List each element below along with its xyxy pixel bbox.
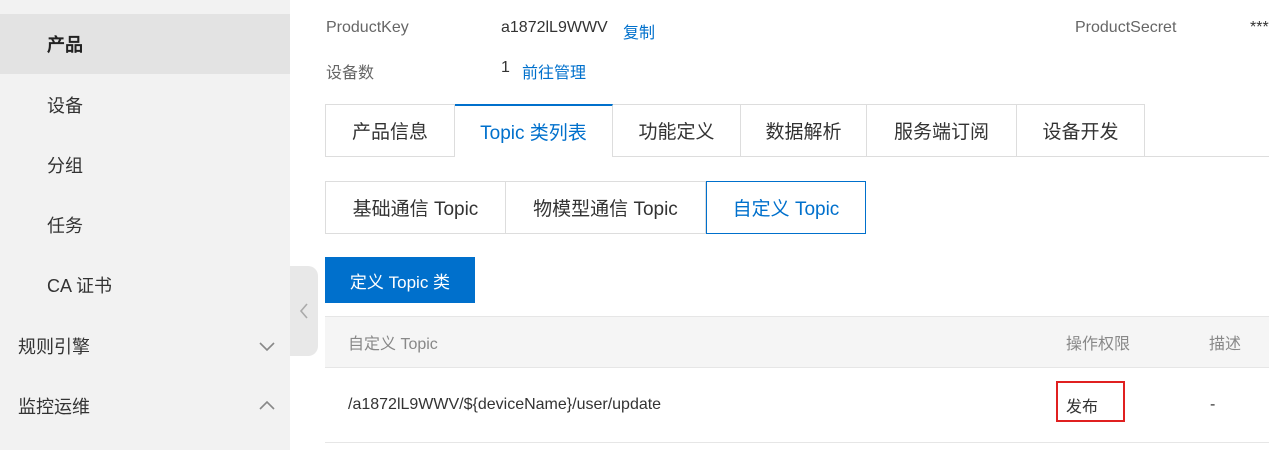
- tab-label: 数据解析: [765, 122, 842, 143]
- product-key-value: a1872lL9WWV: [501, 19, 608, 36]
- column-header-description: 描述: [1209, 336, 1242, 353]
- sidebar-item-monitoring[interactable]: 监控运维: [0, 376, 290, 436]
- tabs-divider: [1145, 156, 1269, 157]
- sidebar-item-products[interactable]: 产品: [0, 14, 290, 74]
- sidebar-item-label: 监控运维: [18, 397, 90, 417]
- sidebar-item-label: 分组: [47, 156, 83, 176]
- tab-data-parsing[interactable]: 数据解析: [741, 104, 867, 157]
- subtab-custom-topic[interactable]: 自定义 Topic: [706, 181, 866, 234]
- device-count-label: 设备数: [326, 65, 375, 82]
- copy-link[interactable]: 复制: [623, 19, 655, 43]
- topic-cell: /a1872lL9WWV/${deviceName}/user/update: [348, 396, 662, 413]
- sub-tabs: 基础通信 Topic 物模型通信 Topic 自定义 Topic: [325, 181, 866, 234]
- product-key-label: ProductKey: [326, 19, 409, 36]
- tab-device-development[interactable]: 设备开发: [1017, 104, 1145, 157]
- column-header-permission: 操作权限: [1066, 336, 1131, 353]
- tab-label: 服务端订阅: [893, 122, 989, 143]
- sidebar-item-label: CA 证书: [47, 276, 113, 296]
- table-row: /a1872lL9WWV/${deviceName}/user/update 发…: [325, 368, 1269, 443]
- sidebar-item-groups[interactable]: 分组: [0, 135, 290, 195]
- tab-topic-list[interactable]: Topic 类列表: [455, 104, 613, 157]
- sidebar: 产品 设备 分组 任务 CA 证书 规则引擎 监控运维: [0, 0, 290, 450]
- subtab-label: 自定义 Topic: [732, 199, 840, 220]
- define-topic-class-button[interactable]: 定义 Topic 类: [325, 257, 475, 303]
- tab-label: 产品信息: [351, 122, 428, 143]
- chevron-down-icon: [259, 342, 275, 352]
- tab-label: 功能定义: [638, 122, 715, 143]
- subtab-label: 基础通信 Topic: [352, 199, 479, 220]
- tab-label: Topic 类列表: [480, 123, 587, 144]
- device-count-value: 1: [501, 59, 510, 76]
- sidebar-item-label: 任务: [47, 216, 83, 236]
- chevron-left-icon: [299, 303, 308, 319]
- subtab-label: 物模型通信 Topic: [533, 199, 678, 220]
- sidebar-item-rule-engine[interactable]: 规则引擎: [0, 316, 290, 376]
- tab-label: 设备开发: [1042, 122, 1119, 143]
- column-header-custom-topic: 自定义 Topic: [348, 336, 438, 353]
- sidebar-item-devices[interactable]: 设备: [0, 75, 290, 135]
- highlight-box: [1056, 381, 1125, 422]
- main-tabs: 产品信息 Topic 类列表 功能定义 数据解析 服务端订阅 设备开发: [325, 104, 1145, 157]
- tab-product-info[interactable]: 产品信息: [325, 104, 455, 157]
- manage-devices-link[interactable]: 前往管理: [522, 59, 586, 83]
- sidebar-item-label: 规则引擎: [18, 337, 90, 357]
- tab-feature-definition[interactable]: 功能定义: [613, 104, 741, 157]
- product-secret-label: ProductSecret: [1075, 19, 1177, 36]
- sidebar-item-tasks[interactable]: 任务: [0, 195, 290, 255]
- sidebar-item-ca-certificate[interactable]: CA 证书: [0, 255, 290, 315]
- sidebar-item-label: 产品: [47, 35, 83, 55]
- sidebar-collapse-handle[interactable]: [290, 266, 318, 356]
- product-secret-value: ***: [1250, 19, 1269, 36]
- description-cell: -: [1210, 396, 1216, 413]
- subtab-basic-topic[interactable]: 基础通信 Topic: [325, 181, 506, 234]
- chevron-up-icon: [259, 400, 275, 410]
- tab-server-subscription[interactable]: 服务端订阅: [867, 104, 1017, 157]
- table-header: 自定义 Topic 操作权限 描述: [325, 316, 1269, 368]
- sidebar-item-label: 设备: [47, 96, 83, 116]
- subtab-thing-model-topic[interactable]: 物模型通信 Topic: [506, 181, 706, 234]
